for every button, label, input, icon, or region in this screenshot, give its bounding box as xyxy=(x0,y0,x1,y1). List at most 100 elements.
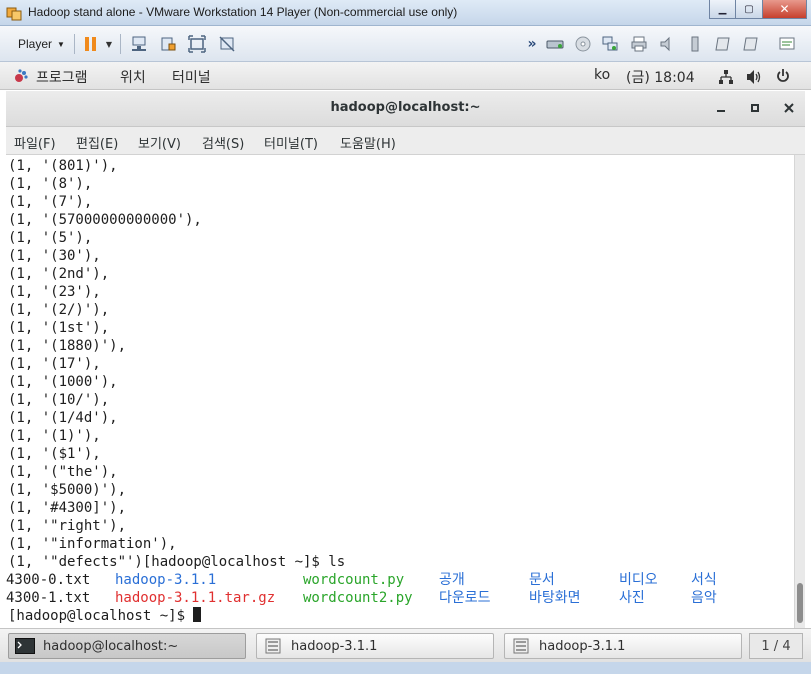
close-button[interactable]: ✕ xyxy=(763,0,807,19)
device-icon xyxy=(161,37,176,51)
terminal-close-button[interactable] xyxy=(780,99,798,117)
terminal-minimize-button[interactable] xyxy=(712,99,730,117)
ls-entry-dir: 서식 xyxy=(691,572,717,588)
taskbar-item-folder-1[interactable]: hadoop-3.1.1 xyxy=(256,633,494,659)
text-cursor xyxy=(193,607,202,622)
output-line: (1, '(57000000000000'), xyxy=(8,212,202,228)
taskbar-item-folder-2[interactable]: hadoop-3.1.1 xyxy=(504,633,742,659)
file-manager-icon xyxy=(513,638,529,654)
menu-edit[interactable]: 편집(E) xyxy=(76,133,118,152)
gnome-top-panel: 프로그램 위치 터미널 ko (금) 18:04 xyxy=(0,62,811,90)
close-icon xyxy=(784,103,794,113)
cd-dvd-device[interactable] xyxy=(574,35,592,53)
prompt-line[interactable]: [hadoop@localhost ~]$ xyxy=(8,607,202,625)
network-icon xyxy=(602,36,618,51)
hard-disk-icon xyxy=(546,40,564,49)
taskbar-item-label: hadoop@localhost:~ xyxy=(43,638,179,654)
scrollbar-thumb[interactable] xyxy=(797,583,803,623)
menu-view[interactable]: 보기(V) xyxy=(138,133,181,152)
applications-menu[interactable]: 프로그램 xyxy=(36,67,88,87)
terminal-scrollbar[interactable] xyxy=(794,155,805,628)
terminal-title: hadoop@localhost:~ xyxy=(330,100,481,115)
hard-disk-device[interactable] xyxy=(546,35,564,53)
menu-help[interactable]: 도움말(H) xyxy=(340,133,396,152)
pause-dropdown[interactable]: ▼ xyxy=(104,35,114,53)
ls-entry-dir: 음악 xyxy=(691,590,717,606)
ls-entry-file: 4300-1.txt xyxy=(6,590,91,606)
terminal-icon xyxy=(15,638,35,654)
terminal-header-bar[interactable]: hadoop@localhost:~ xyxy=(6,91,805,127)
output-line: (1, '(23'), xyxy=(8,284,101,300)
floppy-device-2[interactable] xyxy=(742,35,760,53)
player-label: Player xyxy=(18,37,53,51)
output-line: (1, '($1'), xyxy=(8,446,101,462)
output-line: (1, '$5000)'), xyxy=(8,482,127,498)
output-line: (1, '(8'), xyxy=(8,176,93,192)
floppy-device-1[interactable] xyxy=(714,35,732,53)
pause-icon xyxy=(85,37,96,51)
output-line: (1, '(5'), xyxy=(8,230,93,246)
sound-card-device[interactable] xyxy=(658,35,676,53)
toolbar-separator xyxy=(74,34,75,54)
menu-search[interactable]: 검색(S) xyxy=(202,133,244,152)
usb-device[interactable] xyxy=(686,35,704,53)
taskbar-item-label: hadoop-3.1.1 xyxy=(539,638,626,654)
taskbar-item-terminal[interactable]: hadoop@localhost:~ xyxy=(8,633,246,659)
pause-button[interactable] xyxy=(82,35,100,53)
more-toolbar-button[interactable]: » xyxy=(526,35,538,53)
network-status-icon[interactable] xyxy=(718,69,734,85)
terminal-app-menu[interactable]: 터미널 xyxy=(172,67,211,87)
ls-entry-script: wordcount2.py xyxy=(303,590,413,606)
maximize-icon xyxy=(751,104,759,112)
places-menu[interactable]: 위치 xyxy=(120,67,146,87)
minimize-icon xyxy=(717,110,725,112)
output-line: (1, '(1st'), xyxy=(8,320,110,336)
ls-entry-script: wordcount.py xyxy=(303,572,405,588)
window-title: Hadoop stand alone - VMware Workstation … xyxy=(28,5,458,19)
output-line: (1, '"right'), xyxy=(8,518,127,534)
player-menu-button[interactable]: Player ▼ xyxy=(10,33,73,55)
shell-prompt: [hadoop@localhost ~]$ xyxy=(8,608,194,624)
power-icon[interactable] xyxy=(776,68,790,84)
toolbar-separator xyxy=(120,34,121,54)
ls-entry-archive: hadoop-3.1.1.tar.gz xyxy=(115,590,276,606)
maximize-button[interactable]: ▢ xyxy=(736,0,763,19)
output-line: (1, '(1)'), xyxy=(8,428,101,444)
workspace-pager[interactable]: 1 / 4 xyxy=(749,633,803,659)
keyboard-layout-indicator[interactable]: ko xyxy=(594,67,610,83)
minimize-button[interactable]: ▁ xyxy=(709,0,736,19)
output-line: (1, '(7'), xyxy=(8,194,93,210)
taskbar-item-label: hadoop-3.1.1 xyxy=(291,638,378,654)
output-line: (1, '"information'), xyxy=(8,536,177,552)
ls-entry-dir: 공개 xyxy=(439,572,465,588)
cd-icon xyxy=(575,36,591,52)
unity-button[interactable] xyxy=(218,35,236,53)
printer-icon xyxy=(631,36,647,52)
network-computer-icon xyxy=(132,36,146,51)
menu-terminal[interactable]: 터미널(T) xyxy=(264,133,318,152)
ls-entry-file: 4300-0.txt xyxy=(6,572,91,588)
terminal-maximize-button[interactable] xyxy=(746,99,764,117)
window-title-bar[interactable]: Hadoop stand alone - VMware Workstation … xyxy=(0,0,811,26)
message-log-button[interactable] xyxy=(778,35,796,53)
printer-device[interactable] xyxy=(630,35,648,53)
output-line: (1, '("the'), xyxy=(8,464,118,480)
ls-entry-dir: hadoop-3.1.1 xyxy=(115,572,217,588)
usb-icon xyxy=(691,36,699,52)
send-ctrl-alt-del-button[interactable] xyxy=(130,35,148,53)
vmware-app-icon xyxy=(6,7,22,21)
terminal-menubar: 파일(F) 편집(E) 보기(V) 검색(S) 터미널(T) 도움말(H) xyxy=(6,127,805,155)
ls-entry-dir: 비디오 xyxy=(619,572,658,588)
double-chevron-right-icon: » xyxy=(527,36,537,52)
network-adapter-device[interactable] xyxy=(601,35,619,53)
volume-icon[interactable] xyxy=(745,69,763,85)
clock[interactable]: (금) 18:04 xyxy=(626,67,695,87)
output-line: (1, '(10/'), xyxy=(8,392,110,408)
output-line: (1, '(2nd'), xyxy=(8,266,110,282)
window-bottom-frame xyxy=(0,662,811,674)
removable-devices-button[interactable] xyxy=(159,35,177,53)
terminal-output[interactable]: (1, '(801)'), (1, '(8'), (1, '(7'), (1, … xyxy=(6,155,794,628)
menu-file[interactable]: 파일(F) xyxy=(14,133,56,152)
full-screen-button[interactable] xyxy=(188,35,206,53)
speaker-icon xyxy=(660,36,670,52)
